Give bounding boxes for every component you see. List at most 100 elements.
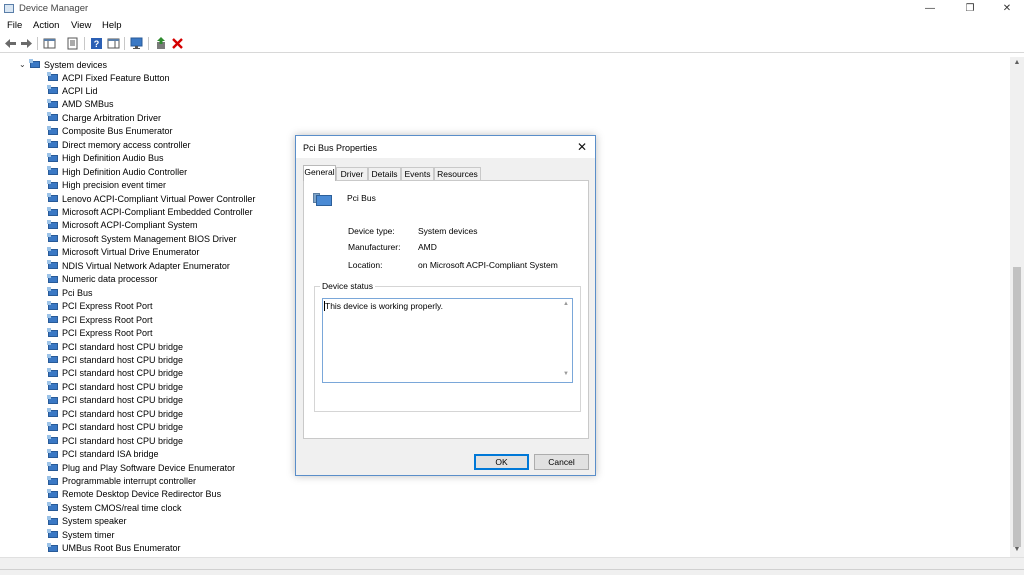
tree-item[interactable]: PCI standard host CPU bridge [47, 394, 183, 407]
tree-item[interactable]: Plug and Play Software Device Enumerator [47, 461, 235, 474]
menu-help[interactable]: Help [102, 20, 122, 31]
properties-icon[interactable] [66, 37, 79, 50]
horizontal-scrollbar[interactable] [0, 557, 1024, 569]
system-device-icon [47, 300, 59, 312]
textbox-scroll-up-icon[interactable]: ▲ [561, 301, 571, 307]
tab-events[interactable]: Events [401, 167, 434, 180]
toolbar-separator [37, 37, 38, 50]
tree-item-label: PCI standard host CPU bridge [62, 408, 184, 419]
tree-item[interactable]: System CMOS/real time clock [47, 501, 182, 514]
tree-item[interactable]: Microsoft Virtual Drive Enumerator [47, 246, 199, 259]
tree-item[interactable]: ACPI Lid [47, 84, 98, 97]
tree-item[interactable]: PCI standard host CPU bridge [47, 380, 183, 393]
system-device-icon [47, 72, 59, 83]
scroll-down-icon[interactable]: ▼ [1010, 546, 1024, 553]
tree-item-label: ACPI Fixed Feature Button [62, 72, 170, 83]
action-pane-icon[interactable] [107, 37, 120, 50]
system-device-icon [47, 354, 59, 365]
tree-item[interactable]: PCI Express Root Port [47, 327, 153, 340]
uninstall-device-icon[interactable] [171, 37, 184, 50]
system-device-icon [47, 125, 59, 137]
tree-item[interactable]: High precision event timer [47, 179, 166, 192]
help-icon[interactable]: ? [90, 37, 103, 50]
menu-file[interactable]: File [7, 20, 22, 31]
system-device-icon [47, 448, 59, 460]
manufacturer-label: Manufacturer: [348, 242, 401, 252]
tree-item[interactable]: PCI standard host CPU bridge [47, 353, 183, 366]
system-device-icon [47, 529, 59, 540]
tree-item-label: Pci Bus [62, 287, 93, 298]
scan-hardware-changes-icon[interactable] [130, 37, 143, 50]
tree-item[interactable]: PCI standard host CPU bridge [47, 421, 183, 434]
tree-item[interactable]: Microsoft ACPI-Compliant System [47, 219, 198, 232]
tree-item[interactable]: ACPI Fixed Feature Button [47, 71, 170, 84]
tree-category-system-devices[interactable]: ⌄ System devices [19, 58, 107, 71]
tab-details[interactable]: Details [368, 167, 401, 180]
location-label: Location: [348, 260, 383, 270]
tree-item[interactable]: PCI standard host CPU bridge [47, 340, 183, 353]
tree-item[interactable]: System timer [47, 528, 115, 541]
tree-item[interactable]: Lenovo ACPI-Compliant Virtual Power Cont… [47, 192, 255, 205]
scroll-up-icon[interactable]: ▲ [1010, 59, 1024, 66]
tree-item[interactable]: Remote Desktop Device Redirector Bus [47, 488, 221, 501]
tree-item[interactable]: PCI standard host CPU bridge [47, 367, 183, 380]
tab-resources[interactable]: Resources [434, 167, 481, 180]
textbox-scroll-down-icon[interactable]: ▼ [561, 371, 571, 377]
system-device-icon [47, 152, 59, 164]
tree-item[interactable]: Microsoft System Management BIOS Driver [47, 232, 237, 245]
tree-item[interactable]: PCI standard ISA bridge [47, 448, 159, 461]
tree-item[interactable]: PCI Express Root Port [47, 300, 153, 313]
dialog-title: Pci Bus Properties [303, 143, 378, 153]
tree-item[interactable]: PCI standard host CPU bridge [47, 434, 183, 447]
tab-driver[interactable]: Driver [336, 167, 368, 180]
update-driver-icon[interactable] [155, 37, 168, 50]
back-icon[interactable] [4, 37, 17, 50]
system-device-icon [47, 408, 59, 419]
tree-item[interactable]: Pci Bus [47, 286, 93, 299]
tree-item[interactable]: Programmable interrupt controller [47, 475, 196, 488]
window-title: Device Manager [19, 3, 89, 14]
tree-item[interactable]: AMD SMBus [47, 98, 114, 111]
tree-item[interactable]: High Definition Audio Controller [47, 165, 187, 178]
tree-item-label: System CMOS/real time clock [62, 502, 182, 513]
forward-icon[interactable] [20, 37, 33, 50]
scrollbar-thumb[interactable] [1013, 267, 1021, 547]
device-status-textbox[interactable]: This device is working properly. ▲ ▼ [322, 298, 573, 383]
tree-item[interactable]: UMBus Root Bus Enumerator [47, 542, 181, 555]
tree-item[interactable]: PCI Express Root Port [47, 313, 153, 326]
close-button[interactable]: ✕ [992, 0, 1022, 17]
system-device-icon [47, 314, 59, 325]
menu-action[interactable]: Action [33, 20, 59, 31]
device-name: Pci Bus [347, 193, 376, 203]
tree-item[interactable]: PCI standard host CPU bridge [47, 407, 183, 420]
tree-item[interactable]: Charge Arbitration Driver [47, 111, 161, 124]
tree-item-label: Remote Desktop Device Redirector Bus [62, 489, 222, 500]
maximize-button[interactable]: ❐ [955, 0, 985, 17]
menu-view[interactable]: View [71, 20, 91, 31]
tab-general[interactable]: General [303, 165, 336, 181]
dialog-close-icon[interactable]: ✕ [573, 139, 591, 155]
system-device-icon [47, 367, 59, 379]
tree-item[interactable]: Direct memory access controller [47, 138, 191, 151]
system-device-icon [47, 166, 59, 177]
tree-item-label: PCI standard ISA bridge [62, 449, 159, 460]
chevron-down-icon[interactable]: ⌄ [19, 60, 29, 69]
vertical-scrollbar[interactable]: ▲ ▼ [1010, 57, 1024, 557]
device-status-label: Device status [320, 281, 376, 291]
cancel-button[interactable]: Cancel [534, 454, 589, 470]
minimize-button[interactable]: — [915, 0, 945, 17]
ok-button[interactable]: OK [474, 454, 529, 470]
tree-item-label: PCI standard host CPU bridge [62, 341, 184, 352]
tree-item[interactable]: Numeric data processor [47, 273, 158, 286]
dialog-title-bar: Pci Bus Properties ✕ [296, 136, 595, 158]
system-device-icon [47, 112, 59, 123]
show-hide-console-tree-icon[interactable] [43, 37, 56, 50]
pci-bus-device-icon [313, 193, 333, 209]
tree-item[interactable]: High Definition Audio Bus [47, 152, 164, 165]
tree-item-label: Microsoft ACPI-Compliant Embedded Contro… [62, 207, 253, 217]
tree-item[interactable]: Composite Bus Enumerator [47, 125, 173, 138]
tree-item[interactable]: NDIS Virtual Network Adapter Enumerator [47, 259, 230, 272]
tree-item[interactable]: System speaker [47, 515, 127, 528]
tree-item[interactable]: Microsoft ACPI-Compliant Embedded Contro… [47, 206, 253, 219]
tree-item-label: UMBus Root Bus Enumerator [62, 543, 181, 554]
